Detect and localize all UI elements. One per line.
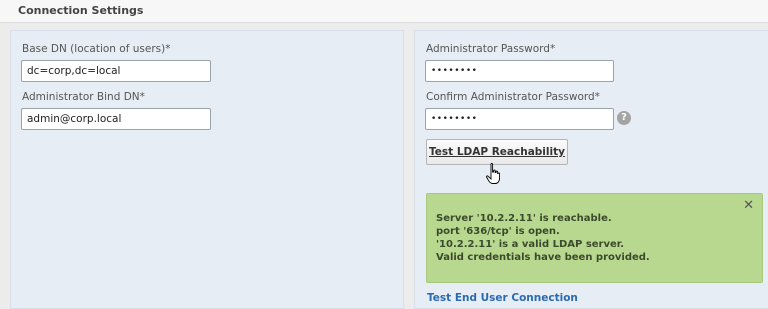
alert-line: Valid credentials have been provided.	[436, 252, 650, 263]
alert-line: '10.2.2.11' is a valid LDAP server.	[436, 239, 625, 250]
confirm-password-label: Confirm Administrator Password*	[426, 91, 600, 103]
success-alert: ✕ Server '10.2.2.11' is reachable. port …	[426, 193, 763, 283]
alert-line: port '636/tcp' is open.	[436, 226, 560, 237]
bind-dn-label: Administrator Bind DN*	[22, 91, 145, 103]
admin-password-label: Administrator Password*	[426, 43, 556, 55]
hand-pointer-icon	[486, 163, 500, 184]
bind-dn-input[interactable]: admin@corp.local	[21, 108, 211, 130]
section-header: Connection Settings	[0, 0, 768, 23]
base-dn-label: Base DN (location of users)*	[22, 43, 171, 55]
close-icon[interactable]: ✕	[743, 198, 754, 213]
section-title: Connection Settings	[18, 4, 144, 17]
alert-message: Server '10.2.2.11' is reachable. port '6…	[436, 212, 650, 264]
base-dn-input[interactable]: dc=corp,dc=local	[21, 60, 211, 82]
test-ldap-reachability-button[interactable]: Test LDAP Reachability	[426, 139, 568, 165]
admin-password-input[interactable]: ••••••••	[425, 60, 614, 82]
alert-line: Server '10.2.2.11' is reachable.	[436, 213, 612, 224]
help-icon[interactable]: ?	[617, 111, 631, 125]
confirm-password-input[interactable]: ••••••••	[425, 108, 614, 130]
test-end-user-connection-link[interactable]: Test End User Connection	[427, 292, 578, 304]
